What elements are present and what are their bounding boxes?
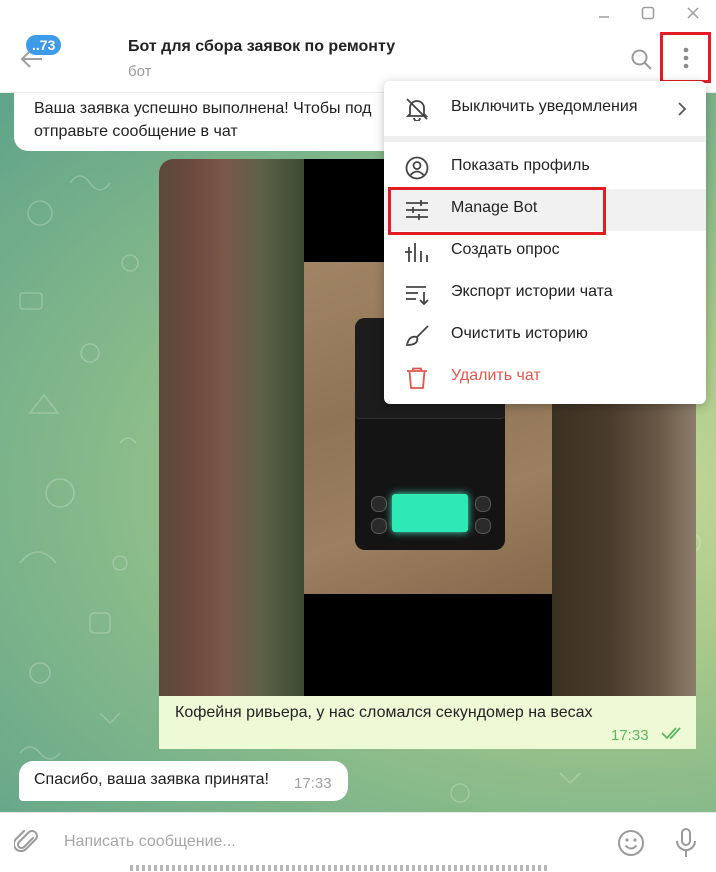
window-titlebar: [0, 0, 716, 26]
incoming-message[interactable]: Спасибо, ваша заявка принята! 17:33: [19, 761, 348, 801]
message-text-line2: отправьте сообщение в чат: [34, 123, 238, 140]
chat-subtitle: бот: [128, 63, 152, 80]
scale-display: [392, 494, 468, 532]
minimize-icon[interactable]: [594, 3, 614, 23]
message-time: 17:33: [611, 727, 649, 744]
mute-bell-icon: [404, 97, 430, 122]
menu-item-label: Очистить историю: [451, 325, 588, 342]
search-icon[interactable]: [630, 48, 654, 72]
menu-item-export-history[interactable]: Экспорт истории чата: [384, 273, 706, 315]
trash-icon: [404, 366, 430, 390]
scale-button: [475, 496, 491, 512]
menu-item-profile[interactable]: Показать профиль: [384, 147, 706, 189]
message-text: Спасибо, ваша заявка принята!: [34, 771, 269, 788]
double-check-icon: [661, 725, 685, 741]
menu-item-clear-history[interactable]: Очистить историю: [384, 315, 706, 357]
menu-item-label: Создать опрос: [451, 241, 560, 258]
export-icon: [404, 282, 430, 306]
chat-options-menu: Выключить уведомления Показать профиль M…: [384, 81, 706, 404]
menu-item-create-poll[interactable]: Создать опрос: [384, 231, 706, 273]
menu-item-label: Удалить чат: [451, 367, 541, 384]
microphone-icon[interactable]: [674, 827, 698, 859]
scale-button: [371, 518, 387, 534]
photo-caption: Кофейня ривьера, у нас сломался секундом…: [175, 704, 593, 721]
menu-item-delete-chat[interactable]: Удалить чат: [384, 357, 706, 399]
broom-icon: [404, 324, 430, 348]
emoji-icon[interactable]: [617, 829, 645, 857]
photo-blur-left: [159, 159, 304, 696]
chat-title[interactable]: Бот для сбора заявок по ремонту: [128, 38, 395, 56]
menu-divider: [384, 136, 706, 142]
message-input[interactable]: [64, 829, 564, 855]
profile-icon: [404, 156, 430, 180]
unread-count-badge[interactable]: ..73: [26, 35, 62, 55]
message-composer: [0, 812, 716, 872]
menu-item-label: Экспорт истории чата: [451, 283, 613, 300]
maximize-icon[interactable]: [638, 3, 658, 23]
sliders-icon: [404, 198, 430, 222]
close-icon[interactable]: [683, 3, 703, 23]
menu-item-label: Manage Bot: [451, 199, 538, 216]
cutoff-text-strip: [130, 865, 550, 871]
menu-item-label: Выключить уведомления: [451, 98, 638, 115]
chevron-right-icon: [676, 101, 688, 117]
incoming-message[interactable]: Ваша заявка успешно выполнена! Чтобы под…: [14, 93, 414, 151]
message-text: Ваша заявка успешно выполнена! Чтобы под: [34, 100, 372, 117]
poll-icon: [404, 240, 430, 264]
scale-button: [475, 518, 491, 534]
more-vertical-icon[interactable]: [660, 32, 711, 83]
paperclip-icon[interactable]: [12, 829, 40, 857]
menu-item-mute[interactable]: Выключить уведомления: [384, 88, 706, 130]
message-time: 17:33: [294, 775, 332, 792]
scale-button: [371, 496, 387, 512]
menu-item-manage-bot[interactable]: Manage Bot: [384, 189, 706, 231]
menu-item-label: Показать профиль: [451, 157, 590, 174]
